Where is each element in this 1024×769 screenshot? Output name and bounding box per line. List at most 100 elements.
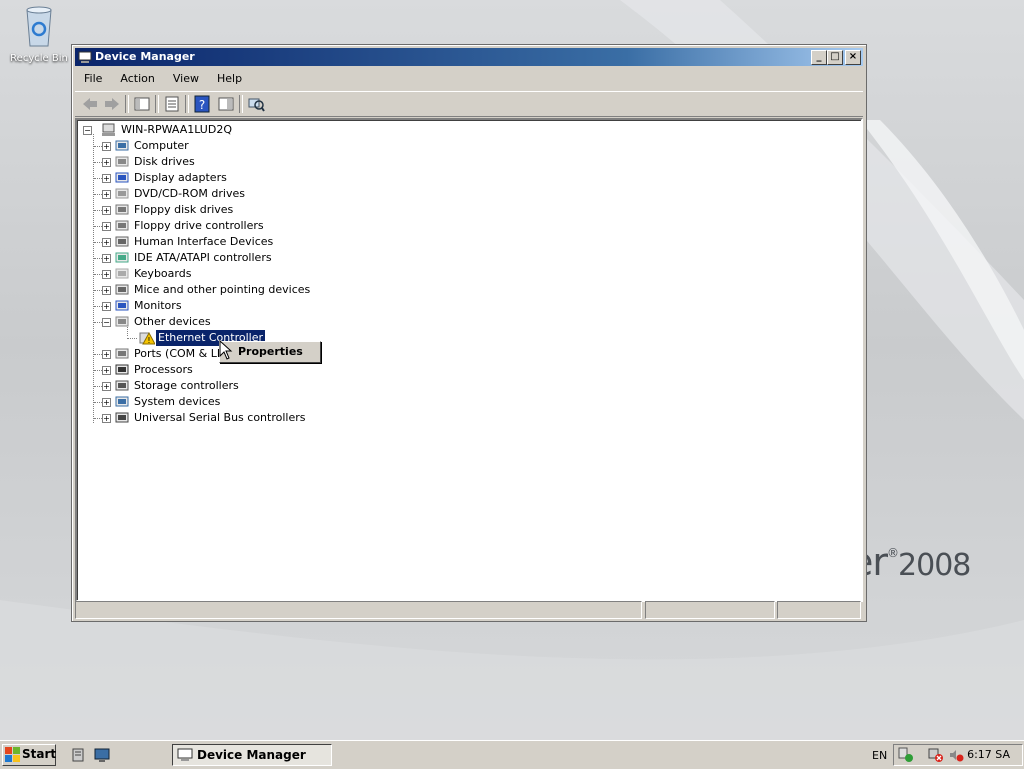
tree-item-storage-controllers[interactable]: + Storage controllers xyxy=(94,378,422,394)
expand-icon[interactable]: + xyxy=(102,414,111,423)
properties-icon[interactable] xyxy=(163,95,181,113)
taskbar-device-manager[interactable]: Device Manager xyxy=(172,744,332,766)
tree-item-label: Human Interface Devices xyxy=(134,235,274,248)
expand-icon[interactable]: + xyxy=(102,350,111,359)
expand-icon[interactable]: + xyxy=(102,222,111,231)
tree-item-label: Floppy drive controllers xyxy=(134,219,264,232)
toolbar-separator xyxy=(239,95,243,113)
tree-item-human-interface-devices[interactable]: + Human Interface Devices xyxy=(94,234,422,250)
tree-item-display-adapters[interactable]: + Display adapters xyxy=(94,170,422,186)
minimize-button[interactable]: _ xyxy=(811,50,827,65)
volume-muted-icon[interactable] xyxy=(948,747,964,763)
expand-icon[interactable]: + xyxy=(102,142,111,151)
forward-arrow-icon[interactable] xyxy=(103,95,121,113)
tree-item-computer[interactable]: + Computer xyxy=(94,138,422,154)
tree-item-label: Disk drives xyxy=(134,155,195,168)
processors-icon xyxy=(115,364,129,375)
tree-root-label: WIN-RPWAA1LUD2Q xyxy=(121,123,232,136)
tree-item-floppy-drive-controllers[interactable]: + Floppy drive controllers xyxy=(94,218,422,234)
tree-item-label: Display adapters xyxy=(134,171,227,184)
maximize-button[interactable]: □ xyxy=(827,50,843,65)
status-cell xyxy=(75,601,642,619)
back-arrow-icon[interactable] xyxy=(81,95,99,113)
expand-icon[interactable]: + xyxy=(102,270,111,279)
minimize-icon: _ xyxy=(816,51,822,62)
tree-line xyxy=(94,306,102,307)
tree-line xyxy=(94,322,102,323)
other-devices-icon xyxy=(115,316,129,327)
toolbar-separator xyxy=(125,95,129,113)
warning-device-icon: ! xyxy=(139,331,155,345)
expand-icon[interactable]: + xyxy=(102,302,111,311)
tree-line xyxy=(94,162,102,163)
tree-line xyxy=(94,146,102,147)
collapse-icon[interactable]: − xyxy=(102,318,111,327)
expand-icon[interactable]: + xyxy=(102,366,111,375)
tree-item-label: Computer xyxy=(134,139,189,152)
expand-icon[interactable]: + xyxy=(102,190,111,199)
tree-line xyxy=(94,354,102,355)
tree-item-dvd-cd-rom-drives[interactable]: + DVD/CD-ROM drives xyxy=(94,186,422,202)
status-bar xyxy=(75,600,863,619)
title-bar[interactable]: Device Manager _ □ × xyxy=(75,48,863,66)
tree-item-other-devices[interactable]: − Other devices xyxy=(94,314,422,330)
start-button[interactable]: Start xyxy=(2,744,56,766)
help-icon[interactable]: ? xyxy=(193,95,211,113)
close-button[interactable]: × xyxy=(845,50,861,65)
tree-line xyxy=(94,370,102,371)
keyboards-icon xyxy=(115,268,129,279)
action-pane-icon[interactable] xyxy=(217,95,235,113)
window-title: Device Manager xyxy=(95,50,195,63)
tree-item-floppy-disk-drives[interactable]: + Floppy disk drives xyxy=(94,202,422,218)
tree-item-label: Mice and other pointing devices xyxy=(134,283,311,296)
tree-item-disk-drives[interactable]: + Disk drives xyxy=(94,154,422,170)
maximize-icon: □ xyxy=(830,51,840,62)
toolbar-separator xyxy=(155,95,159,113)
show-desktop-icon[interactable] xyxy=(94,747,110,763)
expand-icon[interactable]: + xyxy=(102,206,111,215)
server-brand: er®2008 xyxy=(850,540,971,584)
recycle-bin-label: Recycle Bin xyxy=(10,53,68,64)
network-disconnected-icon[interactable] xyxy=(928,747,944,763)
expand-icon[interactable]: + xyxy=(102,286,111,295)
tree-item-ide-ata-atapi-controllers[interactable]: + IDE ATA/ATAPI controllers xyxy=(94,250,422,266)
scan-hardware-icon[interactable] xyxy=(247,95,265,113)
tree-item-universal-serial-bus-controllers[interactable]: + Universal Serial Bus controllers xyxy=(94,410,422,426)
context-menu-properties[interactable]: Properties xyxy=(238,345,303,358)
expand-icon[interactable]: + xyxy=(102,382,111,391)
computer-root-icon xyxy=(102,123,115,136)
menu-file[interactable]: File xyxy=(75,69,111,89)
tree-item-system-devices[interactable]: + System devices xyxy=(94,394,422,410)
tree-item-processors[interactable]: + Processors xyxy=(94,362,422,378)
tree-item-label: Floppy disk drives xyxy=(134,203,234,216)
tree-item-label: Monitors xyxy=(134,299,182,312)
clock[interactable]: 6:17 SA xyxy=(967,748,1010,761)
tree-item-label: System devices xyxy=(134,395,221,408)
tree-root[interactable]: − WIN-RPWAA1LUD2Q xyxy=(83,122,383,138)
tree-line xyxy=(94,258,102,259)
tree-item-label: Universal Serial Bus controllers xyxy=(134,411,306,424)
expand-icon[interactable]: + xyxy=(102,238,111,247)
menu-help[interactable]: Help xyxy=(208,69,251,89)
close-icon: × xyxy=(848,51,858,62)
recycle-bin[interactable]: Recycle Bin xyxy=(8,4,70,64)
security-shield-icon[interactable] xyxy=(898,747,914,763)
status-cell xyxy=(777,601,861,619)
device-manager-icon xyxy=(78,51,92,63)
expand-icon[interactable]: + xyxy=(102,174,111,183)
tree-item-mice-and-other-pointing-devices[interactable]: + Mice and other pointing devices xyxy=(94,282,422,298)
tree-item-keyboards[interactable]: + Keyboards xyxy=(94,266,422,282)
mouse-cursor-icon xyxy=(219,340,233,360)
tree-line xyxy=(94,194,102,195)
show-hide-tree-icon[interactable] xyxy=(133,95,151,113)
collapse-icon[interactable]: − xyxy=(83,126,92,135)
expand-icon[interactable]: + xyxy=(102,158,111,167)
expand-icon[interactable]: + xyxy=(102,398,111,407)
language-indicator[interactable]: EN xyxy=(872,749,887,762)
menu-action[interactable]: Action xyxy=(111,69,163,89)
menu-view[interactable]: View xyxy=(164,69,208,89)
device-tree: − WIN-RPWAA1LUD2Q + Computer + Disk drives +… xyxy=(75,118,863,602)
server-manager-icon[interactable] xyxy=(70,747,86,763)
expand-icon[interactable]: + xyxy=(102,254,111,263)
tree-item-monitors[interactable]: + Monitors xyxy=(94,298,422,314)
